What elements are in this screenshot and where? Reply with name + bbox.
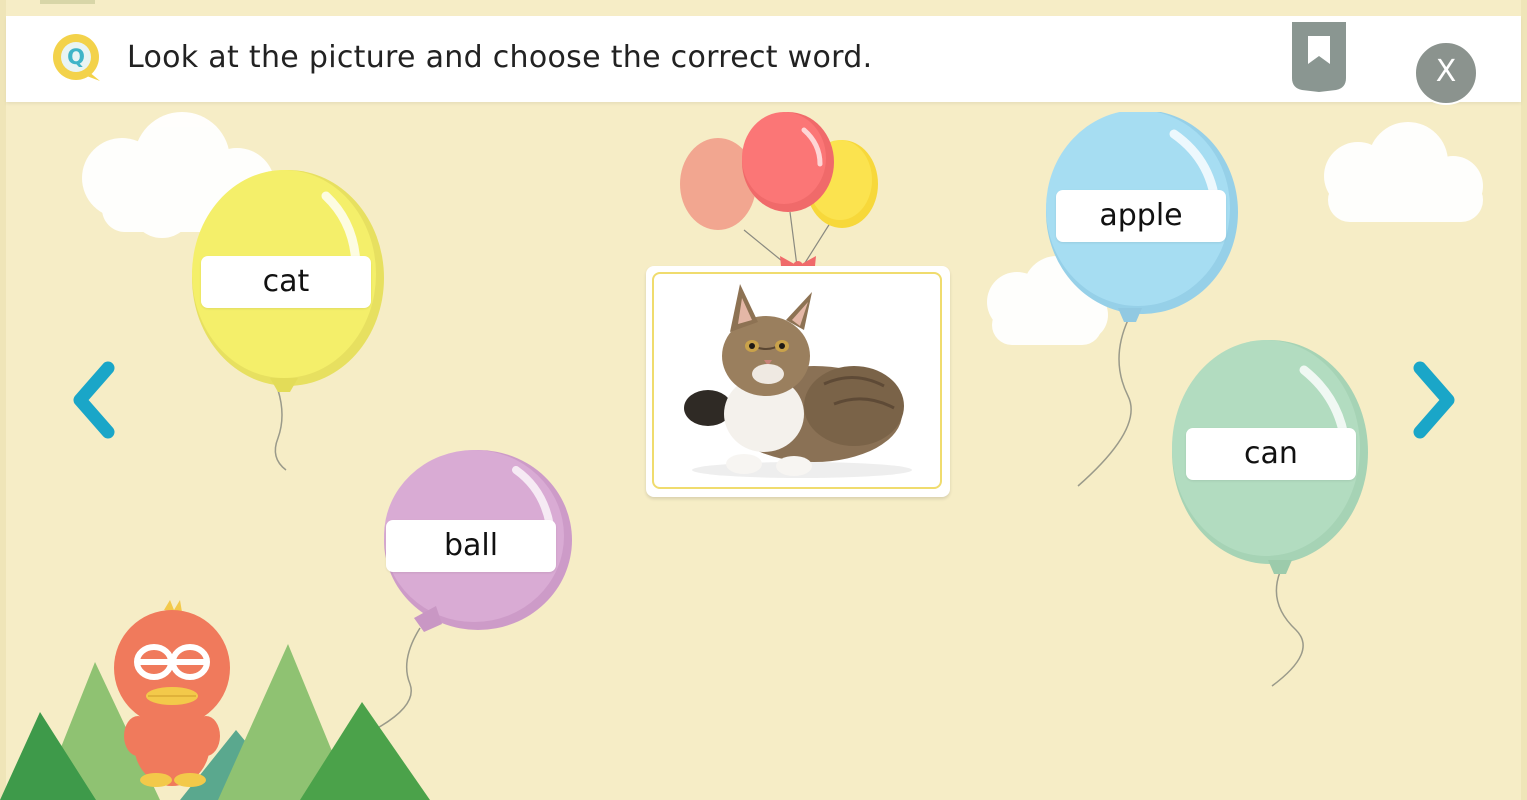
badge-letter: Q [67, 45, 85, 69]
mascot-bird [114, 600, 230, 787]
close-button[interactable]: X [1414, 41, 1478, 105]
cat-photo [684, 284, 912, 478]
tab-stub [40, 0, 95, 4]
chevron-left-icon[interactable] [68, 360, 120, 440]
question-text: Look at the picture and choose the corre… [127, 40, 873, 75]
choice-label-apple: apple [1056, 190, 1226, 242]
bookmark-icon[interactable] [1288, 22, 1350, 94]
picture-card [646, 266, 950, 497]
choice-label-ball: ball [386, 520, 556, 572]
frame-right [1521, 0, 1527, 800]
choice-label-can: can [1186, 428, 1356, 480]
choice-balloon-cat[interactable]: cat [186, 166, 396, 476]
question-badge-icon: Q [52, 33, 104, 85]
cloud-right [1324, 122, 1483, 222]
picture-frame [652, 272, 942, 489]
balloon-cluster [680, 112, 878, 276]
choice-label-cat: cat [201, 256, 371, 308]
chevron-right-icon[interactable] [1408, 360, 1460, 440]
choice-balloon-can[interactable]: can [1168, 340, 1373, 690]
